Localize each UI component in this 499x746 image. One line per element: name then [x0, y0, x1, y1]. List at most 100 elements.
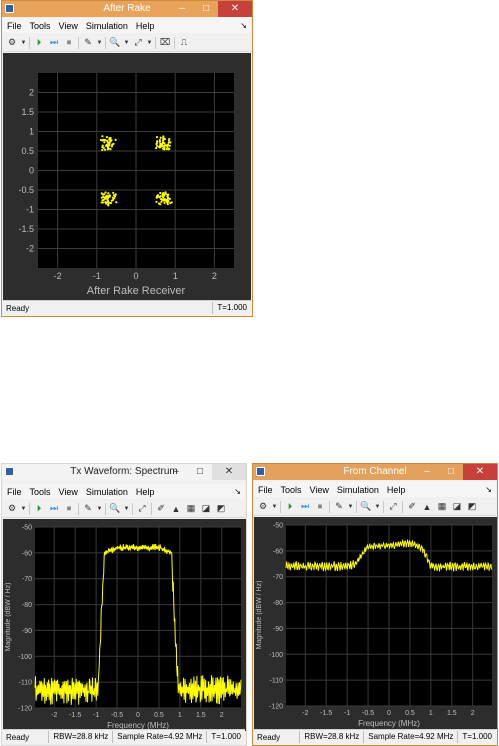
chevron-down-icon[interactable]: ▼	[348, 501, 354, 513]
constellation-point	[106, 146, 109, 149]
step-forward-icon[interactable]: ⏭	[48, 37, 60, 49]
constellation-point	[161, 139, 165, 142]
chevron-down-icon[interactable]: ▼	[97, 503, 103, 515]
stop-icon[interactable]: ⏹	[63, 37, 75, 49]
stop-icon[interactable]: ⏹	[314, 501, 326, 513]
title-bar[interactable]: After Rake – □ ✕	[2, 1, 252, 17]
chevron-down-icon[interactable]: ▼	[21, 503, 27, 515]
menu-help[interactable]: Help	[132, 487, 159, 497]
spectrum-plot-area[interactable]: -2 -1.5 -1 -0.5 0 0.5 1 1.5 2 -50 -60 -70 -80 -90 -100…	[3, 519, 246, 731]
scale-axes-icon[interactable]: ⤢	[387, 501, 399, 513]
zoom-in-icon[interactable]: 🔍	[109, 37, 121, 49]
data-cursor-icon[interactable]: ✐	[406, 501, 418, 513]
menu-help[interactable]: Help	[383, 485, 410, 495]
peak-finder-icon[interactable]: ▲	[170, 503, 182, 515]
chevron-down-icon[interactable]: ▼	[124, 37, 130, 49]
close-button[interactable]: ✕	[212, 464, 246, 480]
constellation-point	[167, 148, 170, 151]
step-forward-icon[interactable]: ⏭	[299, 501, 311, 513]
after-rake-window: After Rake – □ ✕ File Tools View Simulat…	[1, 0, 253, 317]
maximize-button[interactable]: □	[194, 1, 218, 17]
menu-help[interactable]: Help	[132, 21, 159, 31]
zoom-in-icon[interactable]: 🔍	[360, 501, 372, 513]
highlight-icon[interactable]: ✎	[82, 37, 94, 49]
y-tick-label: -80	[273, 600, 283, 607]
distortion-icon[interactable]: ◪	[451, 501, 463, 513]
title-bar[interactable]: From Channel – □ ✕	[253, 464, 497, 480]
settings-icon[interactable]: ⚙	[257, 501, 269, 513]
stop-icon[interactable]: ⏹	[63, 503, 75, 515]
data-cursor-icon[interactable]: ✐	[155, 503, 167, 515]
scatter-plot-area[interactable]: -2 -1 0 1 2 2 1.5 1 0.5 0 -0.5 -1 -1.5 -2 After Rake …	[3, 53, 251, 301]
minimize-button[interactable]: –	[170, 1, 194, 17]
minimize-button[interactable]: –	[415, 464, 439, 480]
menu-tools[interactable]: Tools	[277, 485, 306, 495]
distortion-icon[interactable]: ◪	[200, 503, 212, 515]
close-button[interactable]: ✕	[218, 1, 252, 17]
constellation-point	[158, 138, 162, 142]
dock-arrow-icon[interactable]: ↘	[485, 485, 496, 494]
menu-simulation[interactable]: Simulation	[82, 21, 132, 31]
y-tick-label: -100	[269, 652, 283, 659]
run-icon[interactable]: ⏵	[33, 503, 45, 515]
menu-view[interactable]: View	[306, 485, 333, 495]
chevron-down-icon[interactable]: ▼	[272, 501, 278, 513]
constellation-point	[108, 194, 111, 197]
menu-file[interactable]: File	[3, 21, 26, 31]
constellation-point	[111, 196, 114, 199]
ccdf-icon[interactable]: ◩	[215, 503, 227, 515]
highlight-icon[interactable]: ✎	[333, 501, 345, 513]
zoom-in-icon[interactable]: 🔍	[109, 503, 121, 515]
constellation-point	[107, 141, 111, 145]
title-bar[interactable]: Tx Waveform: Spectrum – □ ✕	[2, 464, 246, 480]
menu-file[interactable]: File	[254, 485, 277, 495]
status-sample-rate: Sample Rate=4.92 MHz	[112, 731, 206, 743]
channel-measure-icon[interactable]: ▦	[436, 501, 448, 513]
minimize-button[interactable]: –	[164, 464, 188, 480]
highlight-icon[interactable]: ✎	[82, 503, 94, 515]
menu-file[interactable]: File	[3, 487, 26, 497]
scale-axes-icon[interactable]: ⤢	[132, 37, 144, 49]
x-tick-label: 2	[220, 712, 224, 719]
dock-arrow-icon[interactable]: ↘	[240, 21, 251, 30]
x-tick-label: -1.5	[69, 712, 81, 719]
ccdf-icon[interactable]: ◩	[466, 501, 478, 513]
x-tick-label: -2	[51, 712, 57, 719]
chevron-down-icon[interactable]: ▼	[21, 37, 27, 49]
y-axis-label: Magnitude (dBW / Hz)	[256, 581, 263, 650]
constellation-point	[115, 201, 118, 204]
maximize-button[interactable]: □	[439, 464, 463, 480]
channel-measure-icon[interactable]: ▦	[185, 503, 197, 515]
constellation-point	[159, 145, 163, 148]
menu-simulation[interactable]: Simulation	[82, 487, 132, 497]
measurements-icon[interactable]: ⌧	[159, 37, 171, 49]
menu-tools[interactable]: Tools	[26, 21, 55, 31]
y-tick-label: -1	[26, 205, 34, 215]
x-tick-label: 1	[173, 271, 178, 281]
run-icon[interactable]: ⏵	[33, 37, 45, 49]
settings-icon[interactable]: ⚙	[6, 503, 18, 515]
run-icon[interactable]: ⏵	[284, 501, 296, 513]
chevron-down-icon[interactable]: ▼	[97, 37, 103, 49]
constellation-point	[155, 136, 159, 139]
signal-stats-icon[interactable]: ⎍	[178, 37, 190, 49]
y-tick-label: -0.5	[18, 185, 34, 195]
scale-axes-icon[interactable]: ⤢	[136, 503, 148, 515]
spectrum-plot-area[interactable]: -2 -1.5 -1 -0.5 0 0.5 1 1.5 2 -50 -60 -70 -80 -90 -100…	[254, 517, 497, 729]
close-button[interactable]: ✕	[463, 464, 497, 480]
dock-arrow-icon[interactable]: ↘	[234, 487, 245, 496]
menu-view[interactable]: View	[55, 21, 82, 31]
menu-view[interactable]: View	[55, 487, 82, 497]
maximize-button[interactable]: □	[188, 464, 212, 480]
constellation-point	[107, 144, 110, 147]
peak-finder-icon[interactable]: ▲	[421, 501, 433, 513]
status-bar: Ready RBW=28.8 kHz Sample Rate=4.92 MHz …	[254, 729, 496, 744]
settings-icon[interactable]: ⚙	[6, 37, 18, 49]
spectrum-chart: -2 -1.5 -1 -0.5 0 0.5 1 1.5 2 -50 -60 -70 -80 -90 -100…	[5, 525, 242, 730]
menu-tools[interactable]: Tools	[26, 487, 55, 497]
step-forward-icon[interactable]: ⏭	[48, 503, 60, 515]
chevron-down-icon[interactable]: ▼	[375, 501, 381, 513]
chevron-down-icon[interactable]: ▼	[124, 503, 130, 515]
chevron-down-icon[interactable]: ▼	[147, 37, 153, 49]
menu-simulation[interactable]: Simulation	[333, 485, 383, 495]
